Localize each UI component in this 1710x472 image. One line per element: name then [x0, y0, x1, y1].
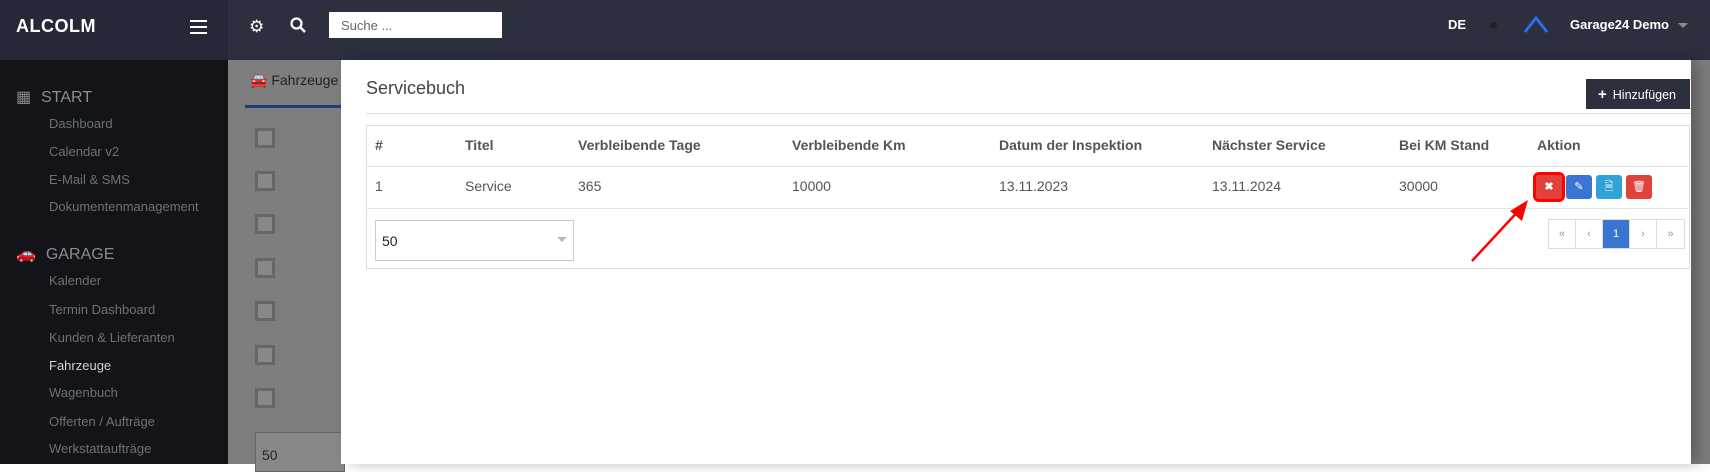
column-header: Bei KM Stand [1399, 137, 1490, 153]
column-header: Nächster Service [1212, 137, 1326, 153]
status-dot [1490, 22, 1497, 29]
file-icon: 🗎 [1604, 181, 1614, 193]
close-service-button[interactable]: ✖ [1533, 172, 1565, 202]
table-cell: 10000 [792, 178, 831, 194]
sidebar-item-termin-dashboard[interactable]: Termin Dashboard [49, 302, 155, 317]
sidebar-item-kalender[interactable]: Kalender [49, 273, 101, 288]
table-cell: 365 [578, 178, 602, 194]
row-checkbox [255, 301, 275, 321]
modal-title: Servicebuch [366, 78, 466, 98]
row-checkbox [255, 258, 275, 278]
sidebar-item-offerten[interactable]: Offerten / Aufträge [49, 414, 155, 429]
plus-icon: + [1598, 85, 1607, 103]
app-logo-icon [1523, 14, 1549, 39]
tab-underline [245, 105, 345, 108]
pencil-icon: ✎ [1574, 181, 1584, 193]
column-header: Datum der Inspektion [999, 137, 1143, 153]
delete-button[interactable]: 🗑 [1626, 175, 1652, 199]
sidebar-item-calendar[interactable]: Calendar v2 [49, 144, 119, 159]
cars-icon: 🚗 [16, 246, 36, 263]
search-input[interactable] [329, 12, 502, 38]
table-cell: Service [465, 178, 512, 194]
column-header: Aktion [1537, 137, 1581, 153]
edit-button[interactable]: ✎ [1566, 175, 1592, 199]
column-header: Titel [465, 137, 494, 153]
pagination: « ‹ 1 › » [1548, 219, 1685, 249]
user-menu[interactable]: Garage24 Demo [1570, 17, 1669, 32]
last-page-button[interactable]: » [1657, 220, 1684, 248]
grid-icon: ▦ [16, 89, 32, 106]
pdf-button[interactable]: 🗎 [1596, 175, 1622, 199]
row-checkbox [255, 128, 275, 148]
sidebar-item-werkstatt[interactable]: Werkstattaufträge [49, 441, 151, 456]
divider [366, 113, 1691, 114]
prev-page-button[interactable]: ‹ [1576, 220, 1603, 248]
chevron-down-icon[interactable] [1678, 23, 1688, 33]
sidebar-item-dashboard[interactable]: Dashboard [49, 116, 113, 131]
sidebar-section-start[interactable]: ▦ START [16, 87, 92, 107]
table-cell: 1 [375, 178, 383, 194]
row-checkbox [255, 388, 275, 408]
page-size-select[interactable]: 50 [375, 220, 574, 261]
sidebar-item-kunden[interactable]: Kunden & Lieferanten [49, 330, 175, 345]
row-checkbox [255, 171, 275, 191]
sidebar-item-wagenbuch[interactable]: Wagenbuch [49, 385, 118, 400]
chevron-down-icon[interactable] [557, 237, 567, 247]
table-cell: 30000 [1399, 178, 1438, 194]
table-cell: 13.11.2023 [999, 178, 1069, 194]
hamburger-menu-icon[interactable] [190, 20, 207, 34]
annotation-arrow-icon [1460, 195, 1535, 270]
column-header: Verbleibende Tage [578, 137, 701, 153]
row-checkbox [255, 214, 275, 234]
page-1-button[interactable]: 1 [1603, 220, 1630, 248]
background-page-size: 50 [255, 432, 345, 472]
trash-icon: 🗑 [1632, 181, 1646, 193]
column-header: Verbleibende Km [792, 137, 906, 153]
sidebar-item-fahrzeuge[interactable]: Fahrzeuge [49, 358, 111, 373]
next-page-button[interactable]: › [1630, 220, 1657, 248]
gears-icon[interactable]: ⚙ [249, 17, 264, 37]
search-icon[interactable] [290, 17, 306, 38]
first-page-button[interactable]: « [1549, 220, 1576, 248]
add-button[interactable]: + Hinzufügen [1586, 79, 1690, 109]
sidebar-item-dokumente[interactable]: Dokumentenmanagement [49, 199, 199, 214]
divider [366, 166, 1690, 167]
car-icon: 🚘 [250, 72, 272, 88]
row-checkbox [255, 345, 275, 365]
close-icon: ✖ [1544, 181, 1554, 193]
table-cell: 13.11.2024 [1212, 178, 1282, 194]
sidebar-item-email-sms[interactable]: E-Mail & SMS [49, 172, 130, 187]
language-selector[interactable]: DE [1448, 17, 1466, 32]
tab-fahrzeuge: 🚘 Fahrzeuge [250, 72, 339, 88]
column-header: # [375, 137, 383, 153]
sidebar-section-garage[interactable]: 🚗 GARAGE [16, 244, 114, 264]
